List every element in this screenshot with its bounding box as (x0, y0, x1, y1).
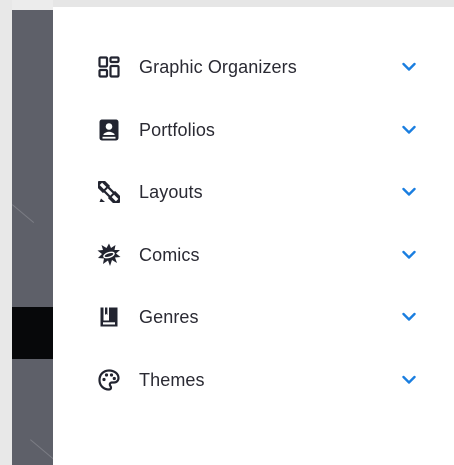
menu-item-label: Portfolios (139, 119, 216, 140)
chevron-down-icon[interactable] (401, 372, 417, 388)
layouts-icon (97, 180, 121, 204)
left-edge (0, 0, 12, 465)
menu-item-label: Layouts (139, 181, 203, 202)
menu-item-portfolios[interactable]: Portfolios (97, 114, 417, 146)
top-bar (53, 0, 454, 7)
background-dark-band (12, 307, 53, 359)
menu-item-label: Comics (139, 244, 200, 265)
dropdown-menu-panel: Graphic Organizers Portfolios Layouts Co… (53, 7, 438, 465)
menu-item-graphic-organizers[interactable]: Graphic Organizers (97, 51, 417, 83)
chevron-down-icon[interactable] (401, 309, 417, 325)
portfolio-icon (97, 118, 121, 142)
graphic-organizer-icon (97, 55, 121, 79)
menu-item-label: Graphic Organizers (139, 56, 297, 77)
chevron-down-icon[interactable] (401, 184, 417, 200)
comics-icon (97, 243, 121, 267)
menu-item-label: Genres (139, 306, 199, 327)
chevron-down-icon[interactable] (401, 247, 417, 263)
menu-item-genres[interactable]: Genres (97, 301, 417, 333)
menu-item-themes[interactable]: Themes (97, 364, 417, 396)
chevron-down-icon[interactable] (401, 122, 417, 138)
genres-icon (97, 305, 121, 329)
menu-item-comics[interactable]: Comics (97, 239, 417, 271)
background-page (12, 10, 53, 465)
themes-icon (97, 368, 121, 392)
chevron-down-icon[interactable] (401, 59, 417, 75)
screen: Graphic Organizers Portfolios Layouts Co… (0, 0, 454, 465)
menu-item-layouts[interactable]: Layouts (97, 176, 417, 208)
menu-item-label: Themes (139, 369, 205, 390)
